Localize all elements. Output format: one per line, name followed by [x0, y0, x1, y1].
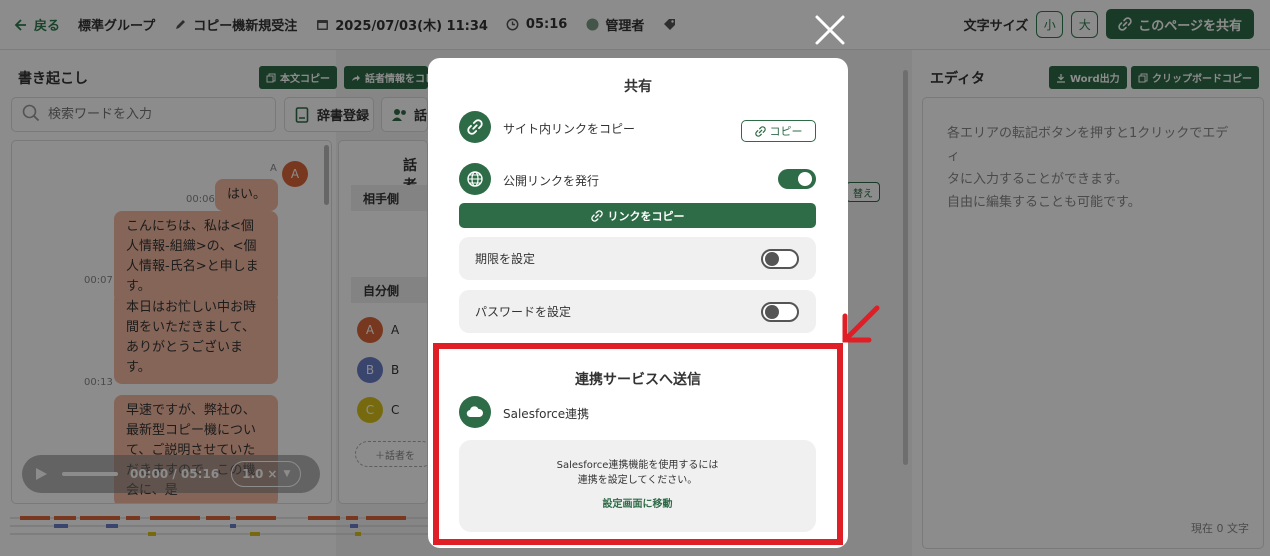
password-label: パスワードを設定	[475, 305, 572, 319]
site-link-copy-label: コピー	[769, 125, 803, 138]
expiry-label: 期限を設定	[475, 252, 536, 266]
public-link-toggle[interactable]	[778, 169, 816, 189]
site-link-label: サイト内リンクをコピー	[503, 122, 636, 136]
public-link-label: 公開リンクを発行	[503, 174, 600, 188]
password-toggle[interactable]	[761, 302, 799, 322]
link-icon	[459, 111, 491, 143]
globe-icon	[459, 163, 491, 195]
expiry-row: 期限を設定	[459, 237, 816, 280]
link-icon	[590, 209, 603, 222]
link-icon	[754, 125, 766, 137]
expiry-toggle[interactable]	[761, 249, 799, 269]
password-row: パスワードを設定	[459, 290, 816, 333]
copy-link-label: リンクをコピー	[607, 209, 685, 223]
arrow-icon	[842, 305, 880, 343]
site-link-copy-button[interactable]: コピー	[741, 120, 816, 142]
dialog-title: 共有	[624, 79, 652, 95]
highlight-box	[433, 343, 843, 545]
close-icon[interactable]	[814, 14, 846, 46]
copy-link-button[interactable]: リンクをコピー	[459, 203, 816, 228]
